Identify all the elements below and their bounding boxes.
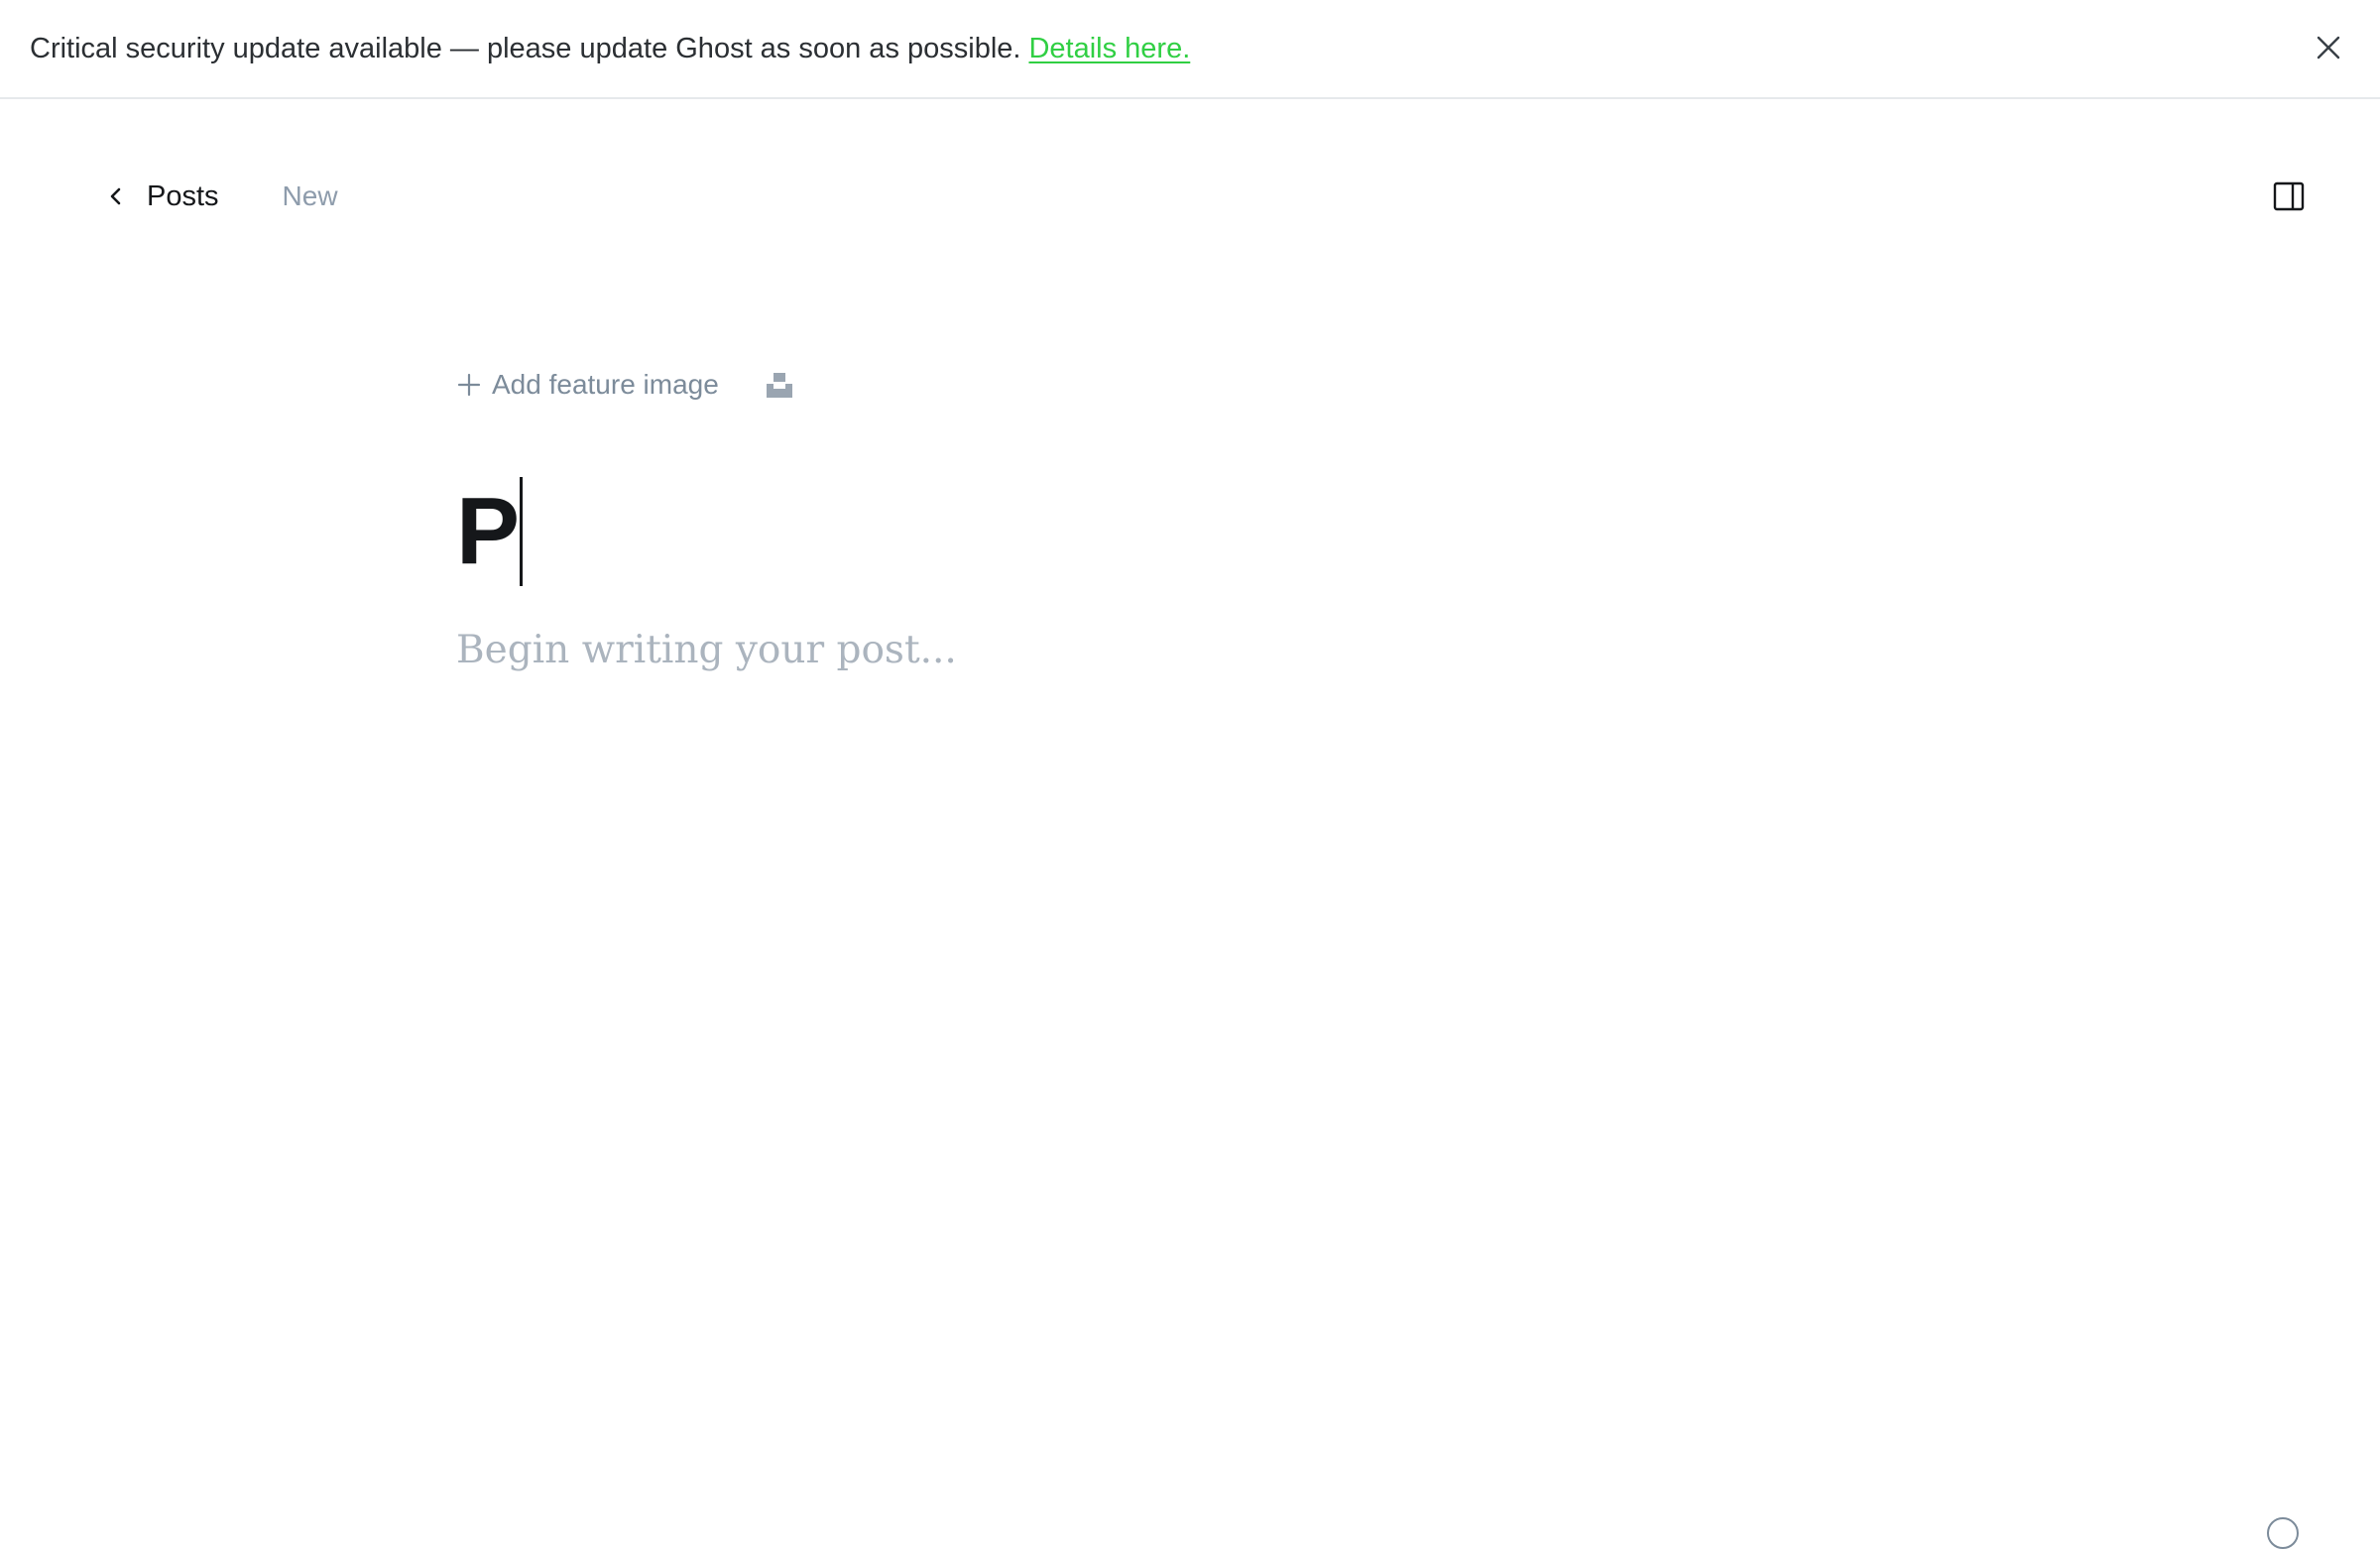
post-status: New <box>282 180 338 211</box>
close-icon[interactable] <box>2311 30 2346 65</box>
unsplash-icon[interactable] <box>765 370 794 400</box>
security-update-banner: Critical security update available — ple… <box>0 0 2380 99</box>
back-to-posts-link[interactable]: Posts <box>105 180 219 213</box>
banner-details-link[interactable]: Details here. <box>1028 33 1190 64</box>
back-label: Posts <box>147 179 219 212</box>
chevron-left-icon <box>110 187 121 205</box>
add-feature-image-label: Add feature image <box>492 369 719 400</box>
help-icon[interactable] <box>2265 1515 2301 1551</box>
post-title-field[interactable]: P <box>456 476 524 587</box>
add-feature-image-button[interactable]: Add feature image <box>456 369 719 401</box>
post-body-editor[interactable]: Begin writing your post... <box>456 621 1924 680</box>
post-title[interactable]: P <box>456 476 520 587</box>
text-caret <box>520 477 524 586</box>
breadcrumb: Posts New <box>105 175 338 218</box>
plus-icon <box>457 373 481 397</box>
feature-image-row: Add feature image <box>456 363 794 407</box>
editor-header: Posts New <box>0 99 2380 298</box>
banner-message: Critical security update available — ple… <box>30 33 1021 64</box>
sidebar-toggle-icon[interactable] <box>2271 179 2307 214</box>
banner-message-row: Critical security update available — ple… <box>30 30 1190 67</box>
